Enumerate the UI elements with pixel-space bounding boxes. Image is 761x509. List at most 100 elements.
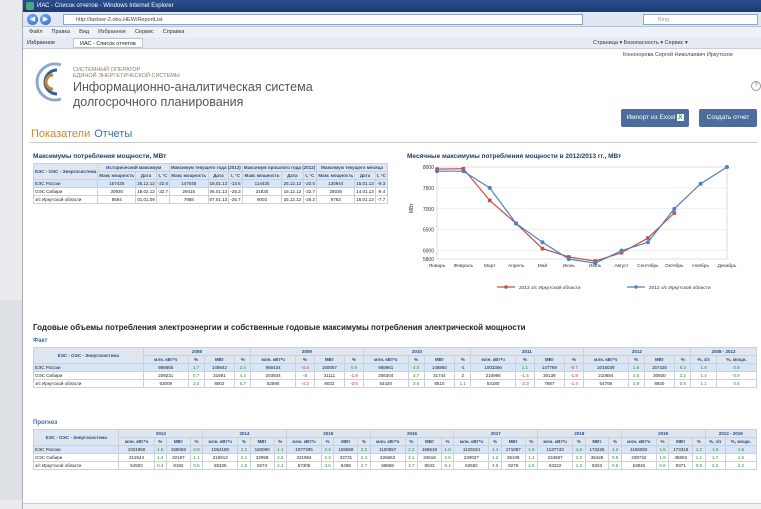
table-cell: 157425 xyxy=(643,363,676,372)
year-header: 2008 - 2012 xyxy=(690,347,757,356)
year-header: 2009 xyxy=(250,347,364,356)
data-point xyxy=(645,240,650,245)
table-cell: 34618 xyxy=(417,453,443,462)
menu-view[interactable]: Вид xyxy=(79,29,89,35)
table-cell: 2.1 xyxy=(237,453,251,462)
column-header: млн. кВт*ч xyxy=(142,355,189,364)
table-cell: 0.8 xyxy=(655,461,670,470)
legend-label: 2012 э/с Иркутской области xyxy=(649,284,711,291)
tab-indicators[interactable]: Показатели xyxy=(31,128,90,140)
tab-reports[interactable]: Отчеты xyxy=(94,128,132,140)
table-cell: 212544 xyxy=(118,453,155,462)
table-cell: 0.9 xyxy=(608,453,622,462)
table-cell: 2.2 xyxy=(704,461,726,470)
table-cell: -4.3 xyxy=(295,379,315,388)
table-cell: 1.4 xyxy=(524,453,539,462)
table-cell: 1003366 xyxy=(470,363,517,372)
import-excel-button[interactable]: Импорт из Excel X xyxy=(621,109,689,127)
column-header: % xyxy=(321,437,335,446)
table-cell: 3.2 xyxy=(357,445,371,454)
table-cell: 988665 xyxy=(142,363,189,372)
command-bar[interactable]: Страница ▾ Безопасность ▾ Сервис ▾ xyxy=(593,37,688,49)
column-header: МВт xyxy=(423,355,456,364)
table-row[interactable]: ОЭС Сибири 30930 18.02.12 -32.7 29415 06.01.1… xyxy=(32,187,388,196)
row-name: ОЭС Сибири xyxy=(33,371,144,380)
create-report-button[interactable]: Создать отчет xyxy=(699,109,757,127)
table-cell: 0.6 xyxy=(344,363,364,372)
table-cell: 1.5 xyxy=(655,445,670,454)
user-name[interactable]: Кононорова Сергей Николаевич Иркутское xyxy=(623,49,733,61)
table-cell: 2.1 xyxy=(404,453,419,462)
table-cell: 4.4 xyxy=(234,371,252,380)
year-header: 2016 xyxy=(369,429,455,438)
table-cell: 1.7 xyxy=(187,363,205,372)
table-cell: 28036 xyxy=(316,187,356,196)
table-cell: 3.6 xyxy=(407,379,425,388)
table-row[interactable]: ОЭС Сибири 209231 0.7 31691 4.4 203934 -4 31111… xyxy=(33,371,757,380)
column-header: % xyxy=(608,437,622,446)
y-tick-label: 6500 xyxy=(423,228,434,234)
table-row[interactable]: э/с Иркутской области 53009 3.4 8002 6.7 5259… xyxy=(33,379,757,388)
table-cell: 2.3 xyxy=(321,453,335,462)
table-row[interactable]: э/с Иркутской области 54502 0.4 8192 0.6 5532… xyxy=(32,461,758,470)
table-cell: 53009 xyxy=(142,379,189,388)
column-header: %, з/з xyxy=(690,355,718,364)
table-row[interactable]: ЕЭС России 988665 1.7 149842 2.4 966434 -4.4 15… xyxy=(33,363,757,372)
table-row[interactable]: ОЭС Сибири 212544 1.4 32197 1.1 216913 2.1 3295… xyxy=(32,453,758,462)
column-header: % xyxy=(189,437,204,446)
table-cell: 0.6 xyxy=(716,379,757,388)
x-tick-label: Март xyxy=(484,263,496,269)
data-point xyxy=(514,221,519,226)
table-cell: 18.12.12 xyxy=(281,187,304,196)
table-cell: -25.3 xyxy=(228,187,243,196)
table-cell: -2.3 xyxy=(515,379,535,388)
url-input[interactable]: http://lastser-2.obu.HEW/ReportList xyxy=(63,14,583,25)
year-header: 2010 xyxy=(362,347,472,356)
y-tick-label: 5800 xyxy=(423,257,434,263)
year-header: 2018 xyxy=(537,429,622,438)
data-point xyxy=(540,246,545,251)
column-header: % xyxy=(627,355,645,364)
table-cell: 1.1 xyxy=(273,445,287,454)
row-name: ЕЭС России xyxy=(32,179,99,188)
table-cell: 8274 xyxy=(249,461,275,470)
column-header: млн. кВт*ч xyxy=(362,355,409,364)
column-header: млн. кВт*ч xyxy=(202,437,239,446)
table-cell: 2.4 xyxy=(357,453,371,462)
column-header: Макс мощность xyxy=(97,171,137,180)
forward-icon[interactable]: ▶ xyxy=(40,14,51,25)
table-row[interactable]: ЕЭС России 1031960 1.5 158659 0.8 1054180 2.2 1… xyxy=(32,445,758,454)
column-header: млн. кВт*ч xyxy=(620,437,657,446)
menu-favorites[interactable]: Избранное xyxy=(98,29,126,35)
favorites-button[interactable]: Избранное xyxy=(27,37,55,49)
table-cell: 16.01.13 xyxy=(207,179,230,188)
table-row[interactable]: ЕЭС России 157425 25.12.12 -22.5 147045 16.01… xyxy=(32,179,388,188)
table-cell: 1120224 xyxy=(453,445,490,454)
menu-help[interactable]: Справка xyxy=(163,29,185,35)
menu-edit[interactable]: Правка xyxy=(52,29,71,35)
table-cell: 1.2 xyxy=(488,453,502,462)
table-cell: 210684 xyxy=(582,371,629,380)
table-cell: 1.5 xyxy=(524,445,539,454)
table-cell: 8002 xyxy=(203,379,236,388)
back-icon[interactable]: ◀ xyxy=(27,14,38,25)
table-cell: 8510 xyxy=(423,379,456,388)
help-icon[interactable]: ? xyxy=(751,81,761,91)
table-cell: 160090 xyxy=(249,445,275,454)
divider xyxy=(29,142,757,143)
table-cell: 165658 xyxy=(333,445,359,454)
table-row[interactable]: э/с Иркутской области 8594 01.01.09 7958 07.… xyxy=(32,195,388,204)
table-cell: 238732 xyxy=(620,453,657,462)
browser-tab[interactable]: ИАС - Список отчетов xyxy=(73,38,143,48)
table-cell: -22.5 xyxy=(302,179,318,188)
table-cell: -0.6 xyxy=(344,379,364,388)
search-input[interactable]: Bing xyxy=(643,14,758,25)
menu-tools[interactable]: Сервис xyxy=(135,29,154,35)
menu-file[interactable]: Файл xyxy=(29,29,43,35)
table-cell: 1137743 xyxy=(537,445,574,454)
monthly-max-chart: 5800 6000 6500 7000 7500 8000 МВт Январь Февраль… xyxy=(409,165,737,291)
column-header: Дата xyxy=(207,171,230,180)
column-header: t, °C xyxy=(155,171,171,180)
status-bar xyxy=(23,503,761,509)
data-point xyxy=(672,206,677,211)
